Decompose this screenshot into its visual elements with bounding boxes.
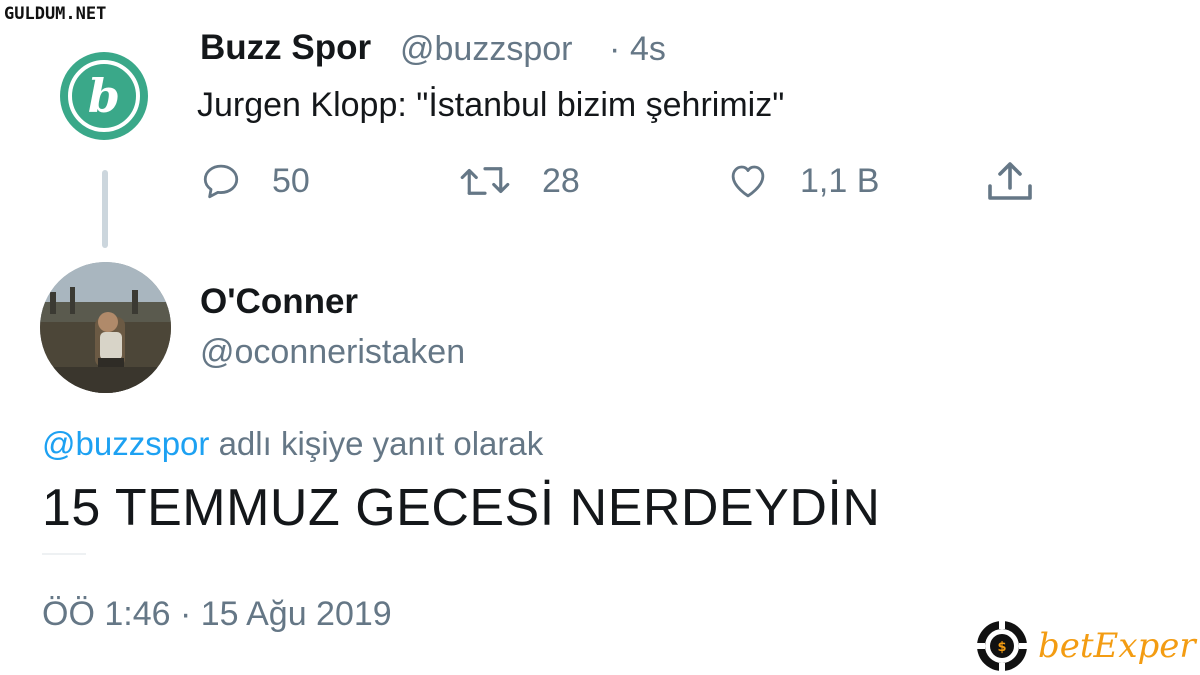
buzzspor-logo-icon: b [60,52,148,140]
svg-text:$: $ [997,640,1006,655]
tweet-author-handle[interactable]: @buzzspor [400,30,572,69]
brand-watermark: $ betExper [974,618,1196,674]
tweet-text: Jurgen Klopp: "İstanbul bizim şehrimiz" [197,86,785,124]
tweet-author-name[interactable]: Buzz Spor [200,28,371,68]
replying-mention-link[interactable]: @buzzspor [42,425,209,462]
oconner-avatar[interactable] [40,262,171,393]
profile-photo-icon [40,262,171,393]
reply-timestamp[interactable]: ÖÖ 1:46 · 15 Ağu 2019 [42,595,392,634]
share-button[interactable] [984,158,1036,206]
retweet-icon [460,167,510,195]
brand-name: betExper [1038,626,1196,666]
like-button[interactable]: 1,1 B [726,160,879,202]
site-watermark: GULDUM.NET [4,4,107,24]
reply-text: 15 TEMMUZ GECESİ NERDEYDİN [42,479,881,537]
replying-to-line: @buzzspor adlı kişiye yanıt olarak [42,425,543,463]
tweet-separator: · [609,30,621,68]
svg-text:b: b [88,69,120,123]
buzzspor-avatar[interactable]: b [58,50,150,142]
like-count: 1,1 B [800,161,880,200]
heart-icon [731,165,765,198]
thread-connector [102,170,108,248]
retweet-button[interactable]: 28 [458,160,580,202]
share-icon [988,162,1032,200]
retweet-count: 28 [542,161,580,200]
reply-author-handle[interactable]: @oconneristaken [200,333,465,372]
poker-chip-icon: $ [977,621,1027,671]
reply-count: 50 [272,161,310,200]
reply-button[interactable]: 50 [200,160,310,202]
tweet-time[interactable]: 4s [630,30,666,69]
divider [42,553,86,555]
reply-icon [203,164,239,199]
replying-to-text: adlı kişiye yanıt olarak [209,425,544,462]
reply-author-name[interactable]: O'Conner [200,282,358,322]
